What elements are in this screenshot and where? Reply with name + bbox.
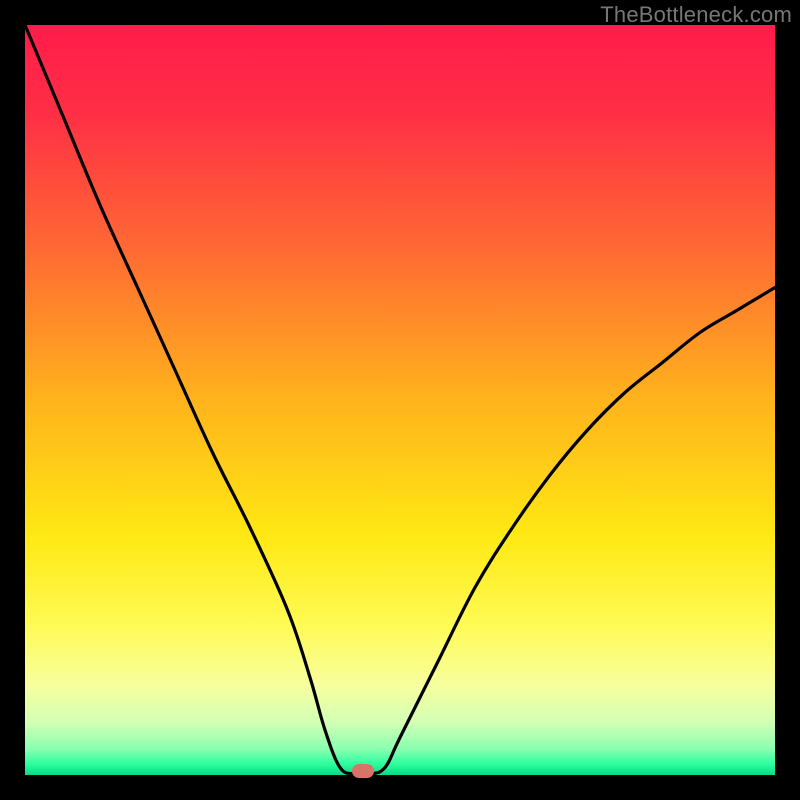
plot-area [25,25,775,775]
watermark-text: TheBottleneck.com [600,2,792,28]
optimal-marker-icon [352,764,374,778]
chart-frame: TheBottleneck.com [0,0,800,800]
bottleneck-curve [25,25,775,775]
